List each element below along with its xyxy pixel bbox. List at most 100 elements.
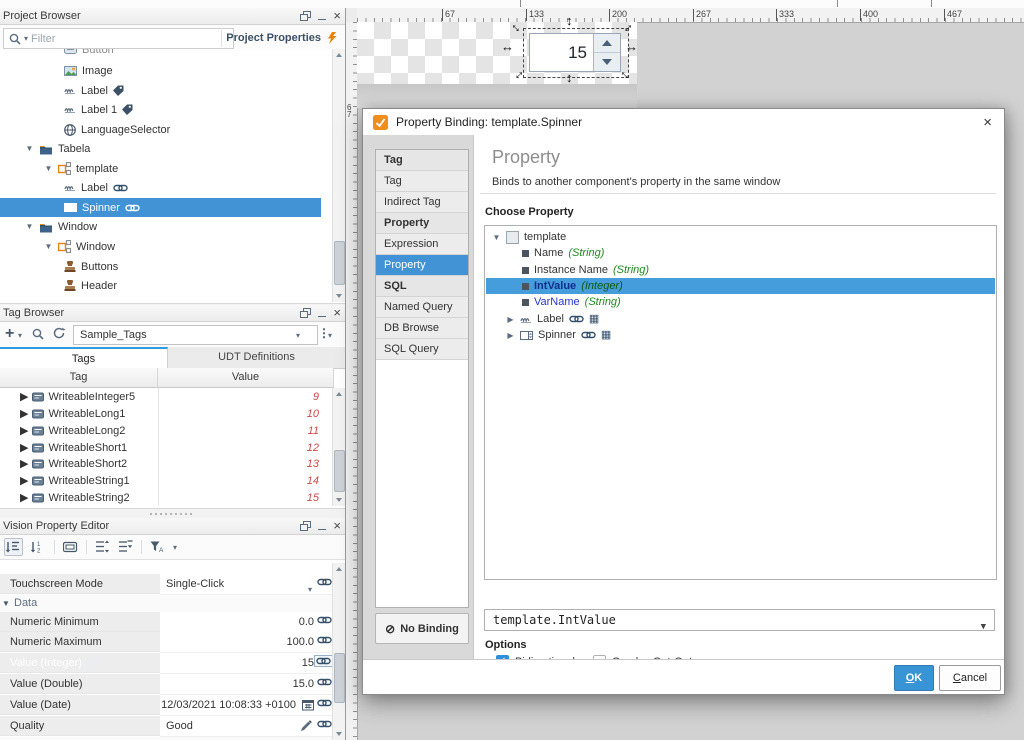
binding-chain-icon[interactable] — [317, 616, 332, 624]
spinner-up-button[interactable] — [594, 34, 620, 53]
property-row-numeric-maximum[interactable]: Numeric Maximum 100.0 — [0, 632, 334, 653]
tab-udt-definitions[interactable]: UDT Definitions — [168, 347, 345, 367]
property-row-value-integer-selected[interactable]: Value (Integer) 15 — [0, 653, 334, 674]
collapse-arrow-icon[interactable]: ▼ — [44, 164, 53, 173]
close-panel-icon[interactable]: × — [333, 9, 341, 22]
dialog-titlebar[interactable]: Property Binding: template.Spinner × — [363, 109, 1004, 136]
calendar-icon[interactable] — [302, 699, 314, 711]
scroll-down-icon[interactable] — [336, 498, 342, 502]
scrollbar-thumb[interactable] — [334, 450, 345, 492]
scroll-up-icon[interactable] — [336, 53, 342, 57]
tree-item-template-label[interactable]: Label — [0, 178, 321, 197]
expand-arrow-icon[interactable]: ▶ — [506, 331, 515, 340]
binding-chain-icon[interactable] — [317, 699, 332, 707]
dialog-tree-label[interactable]: ▶ Label ▦ — [486, 311, 995, 327]
collapse-all-icon[interactable] — [118, 540, 133, 554]
expand-all-icon[interactable] — [95, 540, 110, 554]
minimize-panel-icon[interactable] — [318, 315, 327, 317]
search-options-caret-icon[interactable]: ▾ — [24, 34, 28, 43]
property-row-numeric-minimum[interactable]: Numeric Minimum 0.0 — [0, 612, 334, 633]
float-panel-icon[interactable] — [300, 11, 312, 21]
binding-chain-icon[interactable] — [317, 720, 332, 728]
tag-row[interactable]: ▶ WriteableString2 15 — [0, 489, 333, 506]
tree-item-languageselector[interactable]: LanguageSelector — [0, 120, 321, 139]
property-path-field[interactable]: template.IntValue ▼ — [484, 609, 995, 632]
filter-properties-icon[interactable] — [150, 541, 165, 553]
tree-item-label1[interactable]: Label 1 — [0, 100, 321, 119]
scroll-up-icon[interactable] — [336, 392, 342, 396]
pencil-icon[interactable] — [300, 720, 312, 732]
binding-chain-button[interactable] — [314, 655, 333, 667]
float-panel-icon[interactable] — [300, 521, 312, 531]
tree-item-header[interactable]: Header — [0, 276, 321, 295]
sort-by-category-icon[interactable] — [4, 538, 23, 556]
ok-button[interactable]: OK — [894, 665, 934, 691]
binding-nav-sql-query[interactable]: SQL Query — [376, 339, 468, 360]
expand-arrow-icon[interactable]: ▶ — [20, 390, 28, 403]
property-editor-scrollbar[interactable] — [332, 563, 345, 740]
spinner-component[interactable]: 15 — [529, 33, 621, 72]
project-tree-scrollbar[interactable] — [332, 49, 345, 302]
binding-chain-icon[interactable] — [317, 578, 332, 586]
tag-menu-caret-icon[interactable]: ▾ — [328, 331, 332, 340]
minimize-panel-icon[interactable] — [318, 18, 327, 20]
tab-tags[interactable]: Tags — [0, 347, 168, 368]
property-row-quality[interactable]: Quality Good — [0, 716, 334, 737]
expand-arrow-icon[interactable]: ▶ — [20, 424, 28, 437]
dialog-close-icon[interactable]: × — [983, 114, 992, 131]
path-dropdown-caret-icon[interactable]: ▼ — [981, 617, 986, 637]
expand-arrow-icon[interactable]: ▶ — [20, 441, 28, 454]
collapse-arrow-icon[interactable]: ▼ — [25, 222, 34, 231]
filter-caret-icon[interactable]: ▾ — [173, 543, 177, 552]
scrollbar-thumb[interactable] — [334, 241, 345, 285]
tree-item-template-spinner-selected[interactable]: Spinner — [0, 198, 321, 217]
expand-arrow-icon[interactable]: ▶ — [20, 407, 28, 420]
tag-table-scrollbar[interactable] — [332, 388, 345, 506]
dialog-tree-varname[interactable]: VarName (String) — [486, 294, 995, 310]
tree-item-button[interactable]: Button — [0, 49, 321, 59]
resize-handle-w[interactable]: ↔ — [501, 40, 514, 53]
tree-item-window[interactable]: ▼ Window — [0, 237, 321, 256]
resize-handle-n[interactable]: ↕ — [566, 14, 573, 27]
expand-arrow-icon[interactable]: ▶ — [20, 491, 28, 504]
tag-row[interactable]: ▶ WriteableInteger5 9 — [0, 388, 333, 405]
binding-nav-db-browse[interactable]: DB Browse — [376, 318, 468, 339]
binding-nav-property-selected[interactable]: Property — [376, 255, 468, 276]
collapse-arrow-icon[interactable]: ▼ — [492, 233, 501, 242]
resize-handle-e[interactable]: ↔ — [625, 40, 638, 53]
binding-chain-icon[interactable] — [317, 678, 332, 686]
spinner-down-button[interactable] — [594, 53, 620, 71]
sort-alphabetical-icon[interactable] — [31, 540, 46, 554]
scrollbar-thumb[interactable] — [334, 653, 345, 703]
property-row-value-double[interactable]: Value (Double) 15.0 — [0, 674, 334, 695]
dialog-tree-template[interactable]: ▼ template — [486, 229, 995, 245]
tree-item-template[interactable]: ▼ template — [0, 159, 321, 178]
close-panel-icon[interactable]: × — [333, 306, 341, 319]
spinner-value-field[interactable]: 15 — [530, 34, 593, 71]
scroll-down-icon[interactable] — [336, 732, 342, 736]
tree-item-buttons[interactable]: Buttons — [0, 257, 321, 276]
table-view-icon[interactable] — [63, 541, 78, 554]
add-tag-button[interactable]: + — [5, 325, 14, 343]
category-data[interactable]: ▼ Data — [0, 595, 334, 612]
dialog-tree-name[interactable]: Name (String) — [486, 245, 995, 261]
column-header-value[interactable]: Value — [158, 368, 334, 388]
tree-item-image[interactable]: Image — [0, 61, 321, 80]
dialog-tree-spinner[interactable]: ▶ Spinner ▦ — [486, 327, 995, 343]
search-tags-icon[interactable] — [32, 328, 44, 340]
column-header-tag[interactable]: Tag — [0, 368, 158, 388]
binding-nav-named-query[interactable]: Named Query — [376, 297, 468, 318]
binding-nav-indirect-tag[interactable]: Indirect Tag — [376, 192, 468, 213]
dialog-tree-instance-name[interactable]: Instance Name (String) — [486, 262, 995, 278]
tag-provider-dropdown[interactable]: Sample_Tags ▾ — [73, 325, 318, 345]
tag-row[interactable]: ▶ WriteableLong2 11 — [0, 422, 333, 439]
no-binding-button[interactable]: ⊘ No Binding — [375, 613, 469, 644]
tree-item-tabela[interactable]: ▼ Tabela — [0, 139, 321, 158]
tree-item-label[interactable]: Label — [0, 81, 321, 100]
minimize-panel-icon[interactable] — [318, 528, 327, 530]
add-tag-caret-icon[interactable]: ▾ — [18, 331, 22, 340]
expand-arrow-icon[interactable]: ▶ — [20, 474, 28, 487]
scroll-up-icon[interactable] — [336, 567, 342, 571]
tag-row[interactable]: ▶ WriteableShort1 12 — [0, 439, 333, 456]
expand-arrow-icon[interactable]: ▶ — [20, 457, 28, 470]
